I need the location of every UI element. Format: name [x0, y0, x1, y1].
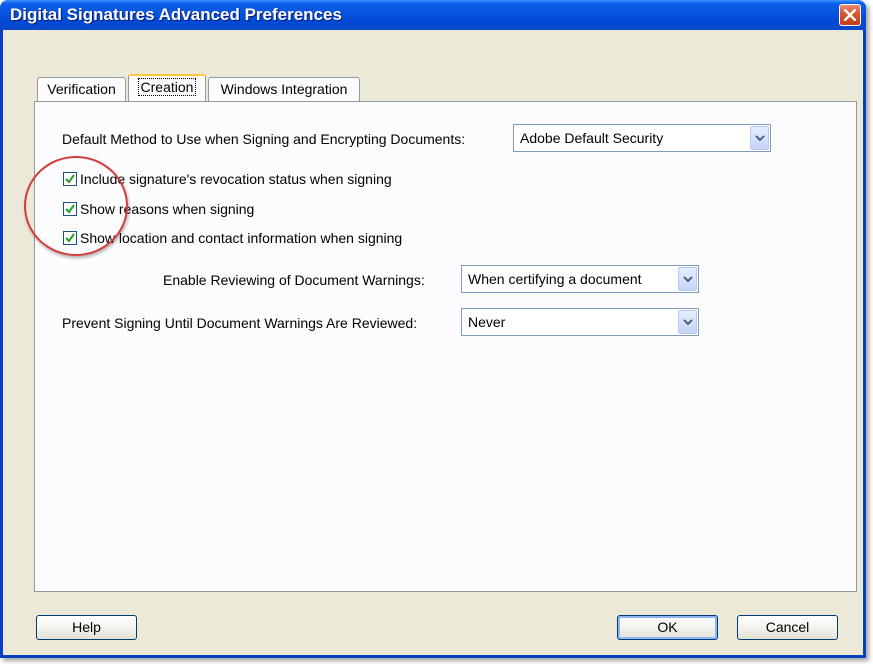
show-reasons-checkbox[interactable]: [63, 202, 77, 216]
chevron-down-icon: [683, 319, 693, 326]
revocation-status-label[interactable]: Include signature's revocation status wh…: [80, 171, 392, 187]
checkmark-icon: [65, 233, 75, 243]
tab-windows-integration-label: Windows Integration: [220, 81, 348, 97]
default-method-select[interactable]: Adobe Default Security: [513, 124, 771, 152]
show-location-label[interactable]: Show location and contact information wh…: [80, 230, 402, 246]
tab-verification-label: Verification: [47, 81, 116, 97]
window-title: Digital Signatures Advanced Preferences: [10, 5, 342, 24]
show-location-checkbox[interactable]: [63, 231, 77, 245]
checkmark-icon: [65, 174, 75, 184]
prevent-signing-dropdown-button[interactable]: [678, 310, 697, 334]
enable-reviewing-value: When certifying a document: [468, 271, 642, 287]
close-icon: [844, 9, 856, 21]
default-method-value: Adobe Default Security: [520, 130, 664, 146]
show-reasons-label[interactable]: Show reasons when signing: [80, 201, 254, 217]
enable-reviewing-dropdown-button[interactable]: [678, 267, 697, 291]
tab-verification[interactable]: Verification: [37, 77, 126, 101]
revocation-status-checkbox[interactable]: [63, 172, 77, 186]
close-button[interactable]: [839, 4, 861, 26]
tab-creation[interactable]: Creation: [128, 74, 206, 101]
chevron-down-icon: [683, 276, 693, 283]
tab-creation-label: Creation: [137, 78, 197, 96]
checkmark-icon: [65, 204, 75, 214]
enable-reviewing-label: Enable Reviewing of Document Warnings:: [163, 272, 425, 288]
tab-windows-integration[interactable]: Windows Integration: [208, 77, 360, 101]
cancel-button[interactable]: Cancel: [737, 615, 838, 640]
dialog-window: Digital Signatures Advanced Preferences …: [0, 0, 866, 658]
prevent-signing-value: Never: [468, 314, 506, 330]
ok-button[interactable]: OK: [617, 615, 718, 640]
chevron-down-icon: [755, 135, 765, 142]
default-method-dropdown-button[interactable]: [750, 126, 769, 150]
help-button[interactable]: Help: [36, 615, 137, 640]
default-method-label: Default Method to Use when Signing and E…: [62, 131, 466, 147]
prevent-signing-label: Prevent Signing Until Document Warnings …: [62, 315, 418, 331]
enable-reviewing-select[interactable]: When certifying a document: [461, 265, 699, 293]
title-bar[interactable]: Digital Signatures Advanced Preferences: [0, 0, 866, 30]
prevent-signing-select[interactable]: Never: [461, 308, 699, 336]
